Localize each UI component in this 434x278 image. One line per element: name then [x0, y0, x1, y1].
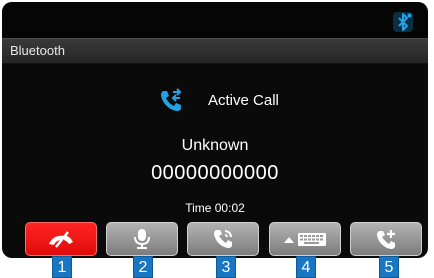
status-bar	[2, 2, 428, 38]
callout-1: 1	[52, 256, 72, 278]
keypad-icon	[284, 233, 326, 246]
caller-number: 00000000000	[151, 162, 279, 184]
infotainment-screen: Bluetooth Active Call Unknown 0000000000…	[0, 0, 434, 278]
end-call-button[interactable]	[25, 222, 97, 256]
callout-5: 5	[379, 256, 399, 278]
caller-name: Unknown	[181, 137, 249, 154]
bluetooth-connected-icon	[393, 12, 413, 32]
callout-4: 4	[296, 256, 316, 278]
call-status-row: Active Call	[158, 86, 318, 116]
microphone-icon	[134, 229, 150, 249]
private-mode-button[interactable]	[187, 222, 259, 256]
add-call-button[interactable]	[350, 222, 422, 256]
header-bar: Bluetooth	[2, 38, 428, 64]
privacy-mode-icon	[214, 230, 232, 248]
end-call-icon	[49, 231, 73, 248]
call-status-label: Active Call	[208, 92, 279, 109]
add-call-icon	[377, 230, 395, 249]
keypad-button[interactable]	[269, 222, 341, 256]
page-title: Bluetooth	[10, 43, 65, 58]
callout-3: 3	[216, 256, 236, 278]
active-call-icon	[161, 88, 182, 111]
mute-microphone-button[interactable]	[106, 222, 178, 256]
bluetooth-call-panel: Bluetooth Active Call Unknown 0000000000…	[2, 2, 428, 258]
call-timer: Time 00:02	[185, 201, 245, 215]
callout-2: 2	[133, 256, 153, 278]
